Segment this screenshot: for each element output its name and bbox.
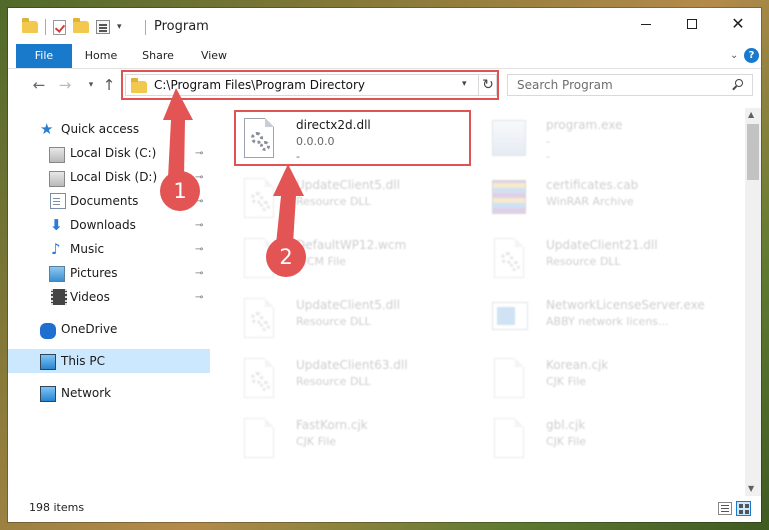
arrow-1 — [163, 88, 193, 178]
step-badge-2: 2 — [266, 237, 306, 277]
arrow-2 — [273, 164, 304, 244]
explorer-window: ▾ Program ✕ File Home Share View ⌄ ? ← →… — [8, 8, 761, 522]
annotation-arrows — [163, 88, 304, 244]
step-badge-1: 1 — [160, 171, 200, 211]
